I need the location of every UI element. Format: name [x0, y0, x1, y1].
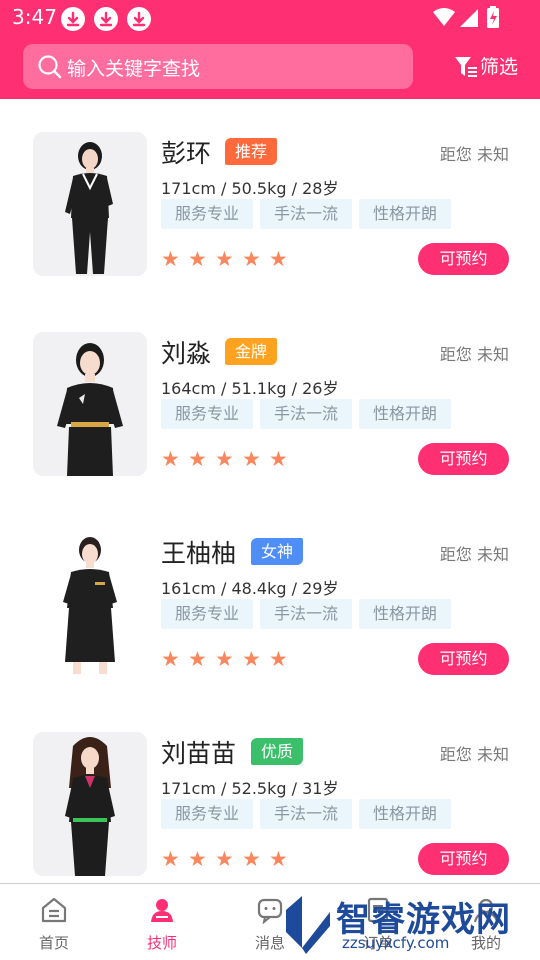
star-icon: ★ — [215, 247, 234, 271]
star-icon: ★ — [269, 247, 288, 271]
tag: 性格开朗 — [359, 399, 451, 429]
download-icon — [127, 7, 151, 31]
book-button[interactable]: 可预约 — [418, 843, 509, 875]
watermark-logo-icon — [286, 896, 330, 954]
star-icon: ★ — [161, 847, 180, 871]
star-icon: ★ — [242, 847, 261, 871]
search-bar[interactable]: 输入关键字查找 — [23, 44, 413, 89]
star-icon: ★ — [269, 647, 288, 671]
technician-icon — [151, 899, 173, 922]
book-button[interactable]: 可预约 — [418, 643, 509, 675]
technician-card[interactable]: 彭环 推荐 距您 未知 171cm / 50.5kg / 28岁 服务专业 手法… — [0, 99, 540, 299]
book-button[interactable]: 可预约 — [418, 443, 509, 475]
home-icon — [41, 897, 67, 923]
star-icon: ★ — [161, 447, 180, 471]
star-icon: ★ — [242, 247, 261, 271]
watermark-url: zzsuyxcfy.com — [342, 934, 450, 952]
distance-label: 距您 未知 — [439, 545, 509, 564]
technician-stats: 161cm / 48.4kg / 29岁 — [161, 579, 339, 598]
tag: 性格开朗 — [359, 199, 451, 229]
badge-goddess: 女神 — [251, 538, 304, 565]
star-icon: ★ — [215, 447, 234, 471]
badge-gold: 金牌 — [225, 338, 278, 365]
distance-label: 距您 未知 — [439, 745, 509, 764]
star-icon: ★ — [161, 647, 180, 671]
technician-card[interactable]: 王柚柚 女神 距您 未知 161cm / 48.4kg / 29岁 服务专业 手… — [0, 499, 540, 699]
technician-photo[interactable] — [33, 332, 147, 476]
technician-name: 王柚柚 — [161, 539, 237, 568]
tab-technician[interactable]: 技师 — [108, 884, 216, 960]
technician-photo[interactable] — [33, 532, 147, 676]
filter-label: 筛选 — [480, 56, 519, 78]
technician-card[interactable]: 刘淼 金牌 距您 未知 164cm / 51.1kg / 26岁 服务专业 手法… — [0, 299, 540, 499]
tag: 手法一流 — [260, 599, 352, 629]
star-icon: ★ — [215, 847, 234, 871]
star-icon: ★ — [242, 647, 261, 671]
star-icon: ★ — [188, 447, 207, 471]
tab-home[interactable]: 首页 — [0, 884, 108, 960]
technician-name: 刘淼 — [161, 339, 212, 368]
book-button[interactable]: 可预约 — [418, 243, 509, 275]
tag: 性格开朗 — [359, 799, 451, 829]
technician-photo[interactable] — [33, 732, 147, 876]
filter-icon — [455, 57, 477, 77]
star-icon: ★ — [242, 447, 261, 471]
badge-quality: 优质 — [251, 738, 304, 765]
technician-list[interactable]: 彭环 推荐 距您 未知 171cm / 50.5kg / 28岁 服务专业 手法… — [0, 99, 540, 883]
system-status-icons — [433, 6, 499, 28]
tag: 手法一流 — [260, 799, 352, 829]
download-icon — [94, 7, 118, 31]
badge-recommended: 推荐 — [225, 138, 278, 165]
tag: 手法一流 — [260, 199, 352, 229]
search-icon — [38, 55, 62, 79]
distance-label: 距您 未知 — [439, 345, 509, 364]
technician-card[interactable]: 刘苗苗 优质 距您 未知 171cm / 52.5kg / 31岁 服务专业 手… — [0, 699, 540, 883]
technician-stats: 171cm / 52.5kg / 31岁 — [161, 779, 339, 798]
status-time: 3:47 — [12, 5, 57, 29]
tab-label: 技师 — [146, 934, 177, 952]
download-icon — [61, 7, 85, 31]
star-icon: ★ — [188, 247, 207, 271]
search-input[interactable]: 输入关键字查找 — [67, 54, 200, 81]
status-bar: 3:47 — [0, 0, 540, 36]
header-bar: 3:47 输入关键字查找 筛选 — [0, 0, 540, 99]
star-icon: ★ — [269, 447, 288, 471]
technician-stats: 164cm / 51.1kg / 26岁 — [161, 379, 339, 398]
watermark: 智睿游戏网 zzsuyxcfy.com — [282, 888, 540, 960]
technician-name: 刘苗苗 — [161, 739, 237, 768]
technician-stats: 171cm / 50.5kg / 28岁 — [161, 179, 339, 198]
star-icon: ★ — [215, 647, 234, 671]
star-icon: ★ — [269, 847, 288, 871]
tab-label: 首页 — [38, 934, 69, 952]
tag: 服务专业 — [161, 199, 253, 229]
star-icon: ★ — [188, 847, 207, 871]
tag: 服务专业 — [161, 399, 253, 429]
message-icon — [257, 898, 283, 924]
tag: 手法一流 — [260, 399, 352, 429]
tag: 服务专业 — [161, 799, 253, 829]
filter-button[interactable]: 筛选 — [454, 52, 524, 82]
tag: 服务专业 — [161, 599, 253, 629]
technician-photo[interactable] — [33, 132, 147, 276]
distance-label: 距您 未知 — [439, 145, 509, 164]
star-icon: ★ — [188, 647, 207, 671]
tag: 性格开朗 — [359, 599, 451, 629]
technician-name: 彭环 — [161, 139, 212, 168]
star-icon: ★ — [161, 247, 180, 271]
